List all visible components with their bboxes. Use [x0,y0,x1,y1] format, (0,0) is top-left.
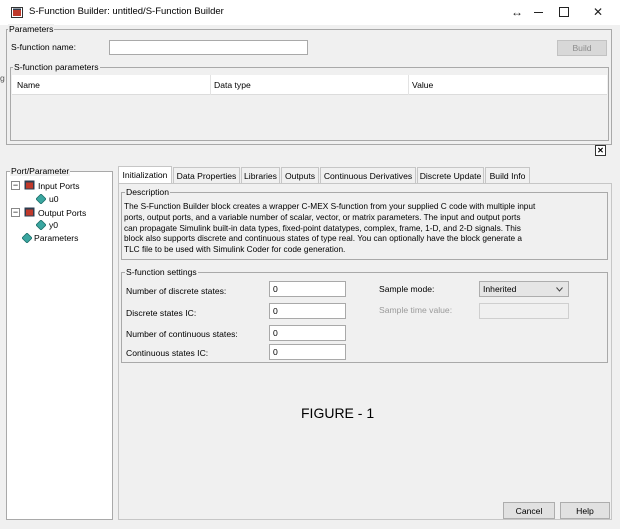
tab-discrete-update[interactable]: Discrete Update [417,167,484,183]
minimize-button[interactable] [527,3,549,21]
sfunction-name-label: S-function name: [11,42,76,52]
port-parameter-group [6,171,113,520]
collapse-icon[interactable]: − [11,181,20,190]
tree-item-u0[interactable]: u0 [49,194,59,204]
parameters-table-body[interactable] [12,96,607,139]
continuous-states-ic-label: Continuous states IC: [126,348,209,358]
simulink-app-icon [11,7,23,18]
sample-mode-value: Inherited [483,284,517,294]
column-value-header[interactable]: Value [412,80,433,90]
sfunction-parameters-legend: S-function parameters [13,62,100,72]
restore-size-icon[interactable]: ↔ [506,3,528,21]
parameters-legend: Parameters [8,24,55,34]
discrete-states-ic-input[interactable]: 0 [269,303,346,319]
help-button[interactable]: Help [560,502,610,519]
input-ports-icon [24,180,35,190]
column-divider [210,75,211,95]
collapse-icon[interactable]: − [11,208,20,217]
num-continuous-states-input[interactable]: 0 [269,325,346,341]
port-diamond-icon [36,220,46,230]
figure-caption: FIGURE - 1 [301,405,375,421]
tab-data-properties[interactable]: Data Properties [173,167,240,183]
description-line: TLC file to be used with Simulink Coder … [124,244,346,255]
tab-initialization[interactable]: Initialization [118,166,172,183]
column-divider [408,75,409,95]
tree-item-y0[interactable]: y0 [49,220,58,230]
port-parameter-legend: Port/Parameter [10,166,71,176]
tree-item-output-ports[interactable]: Output Ports [38,208,86,218]
side-letter: g [0,73,5,83]
tree-item-input-ports[interactable]: Input Ports [38,181,80,191]
description-line: ports, output ports, and a variable numb… [124,211,521,222]
sfunction-name-input[interactable] [109,40,308,55]
maximize-button[interactable] [553,3,575,21]
description-legend: Description [125,187,170,197]
window-title: S-Function Builder: untitled/S-Function … [29,6,224,17]
tab-libraries[interactable]: Libraries [241,167,280,183]
num-discrete-states-label: Number of discrete states: [126,286,227,296]
tree-item-parameters[interactable]: Parameters [34,233,78,243]
description-line: can propagate Simulink built-in data typ… [124,222,521,233]
continuous-states-ic-input[interactable]: 0 [269,344,346,360]
description-line: block also supports discrete and continu… [124,233,523,244]
discrete-states-ic-label: Discrete states IC: [126,308,197,318]
output-ports-icon [24,207,35,217]
settings-legend: S-function settings [125,267,198,277]
sample-time-label: Sample time value: [379,305,453,315]
num-discrete-states-input[interactable]: 0 [269,281,346,297]
chevron-down-icon [556,287,563,292]
description-text: The S-Function Builder block creates a w… [124,201,606,255]
port-diamond-icon [36,194,46,204]
tab-outputs[interactable]: Outputs [281,167,319,183]
column-name-header[interactable]: Name [17,80,40,90]
tab-build-info[interactable]: Build Info [485,167,530,183]
title-bar: S-Function Builder: untitled/S-Function … [0,0,620,25]
sample-mode-label: Sample mode: [379,284,435,294]
close-icon[interactable]: ✕ [595,145,606,156]
sample-time-input[interactable] [479,303,569,319]
cancel-button[interactable]: Cancel [503,502,555,519]
close-button[interactable]: ✕ [587,3,609,21]
description-line: The S-Function Builder block creates a w… [124,201,536,211]
build-button[interactable]: Build [557,40,607,56]
tab-continuous-derivatives[interactable]: Continuous Derivatives [320,167,416,183]
sample-mode-select[interactable]: Inherited [479,281,569,297]
parameters-diamond-icon [22,233,32,243]
column-datatype-header[interactable]: Data type [214,80,251,90]
num-continuous-states-label: Number of continuous states: [126,329,238,339]
parameters-table-header: Name Data type Value [12,75,607,95]
